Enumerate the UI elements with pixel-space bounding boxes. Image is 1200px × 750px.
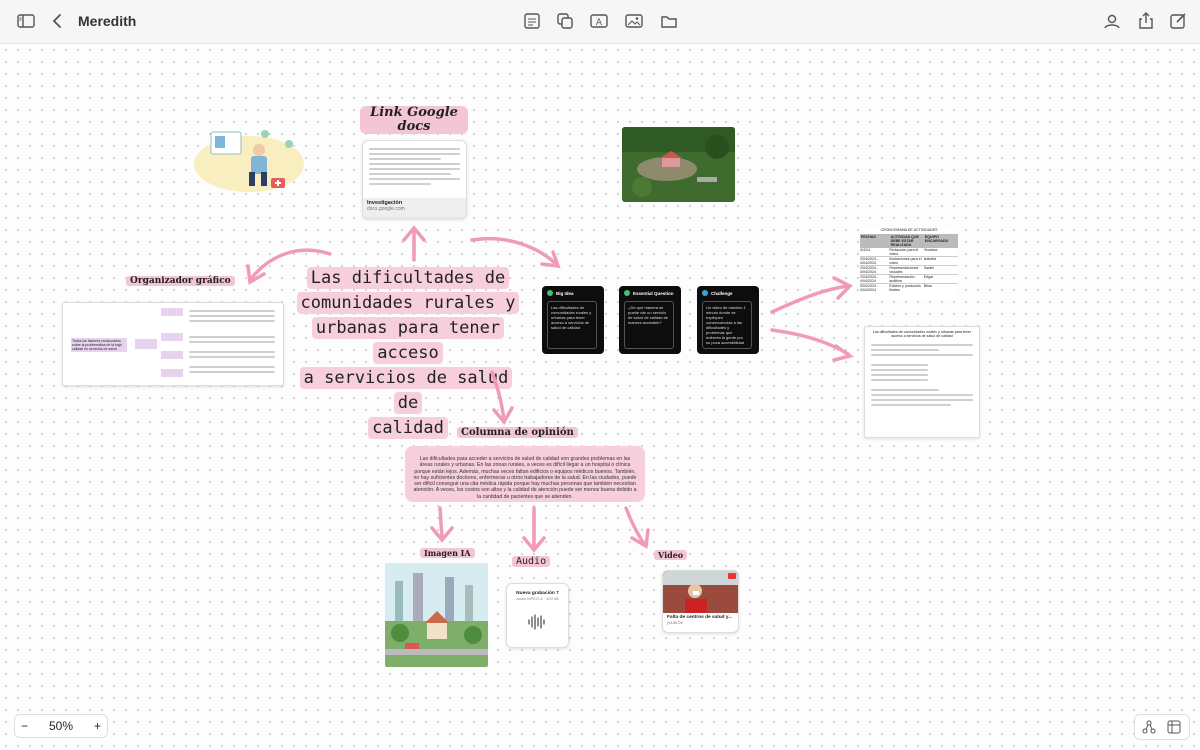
connectors-icon[interactable] xyxy=(1141,719,1157,735)
zoom-level[interactable]: 50% xyxy=(49,719,73,733)
connector-arrows xyxy=(246,225,855,553)
top-toolbar: Meredith A xyxy=(0,0,1200,44)
collaborate-icon[interactable] xyxy=(1102,11,1122,31)
folder-icon[interactable] xyxy=(659,11,679,31)
text-box-icon[interactable]: A xyxy=(589,11,609,31)
media-icon[interactable] xyxy=(624,11,644,31)
zoom-out-button[interactable]: − xyxy=(21,719,28,733)
zoom-in-button[interactable]: + xyxy=(94,719,101,733)
shapes-icon[interactable] xyxy=(555,11,575,31)
freeform-canvas[interactable]: Link Google docs Investigación docs.goog… xyxy=(0,44,1200,750)
board-title: Meredith xyxy=(78,13,137,29)
compose-icon[interactable] xyxy=(1168,11,1188,31)
back-chevron-icon[interactable] xyxy=(48,11,68,31)
grid-view-icon[interactable] xyxy=(1166,719,1182,735)
share-icon[interactable] xyxy=(1136,11,1156,31)
view-controls xyxy=(1134,714,1190,740)
note-icon[interactable] xyxy=(522,11,542,31)
sidebar-toggle-icon[interactable] xyxy=(16,11,36,31)
svg-text:A: A xyxy=(596,18,603,28)
zoom-controls: − 50% + xyxy=(14,714,108,738)
